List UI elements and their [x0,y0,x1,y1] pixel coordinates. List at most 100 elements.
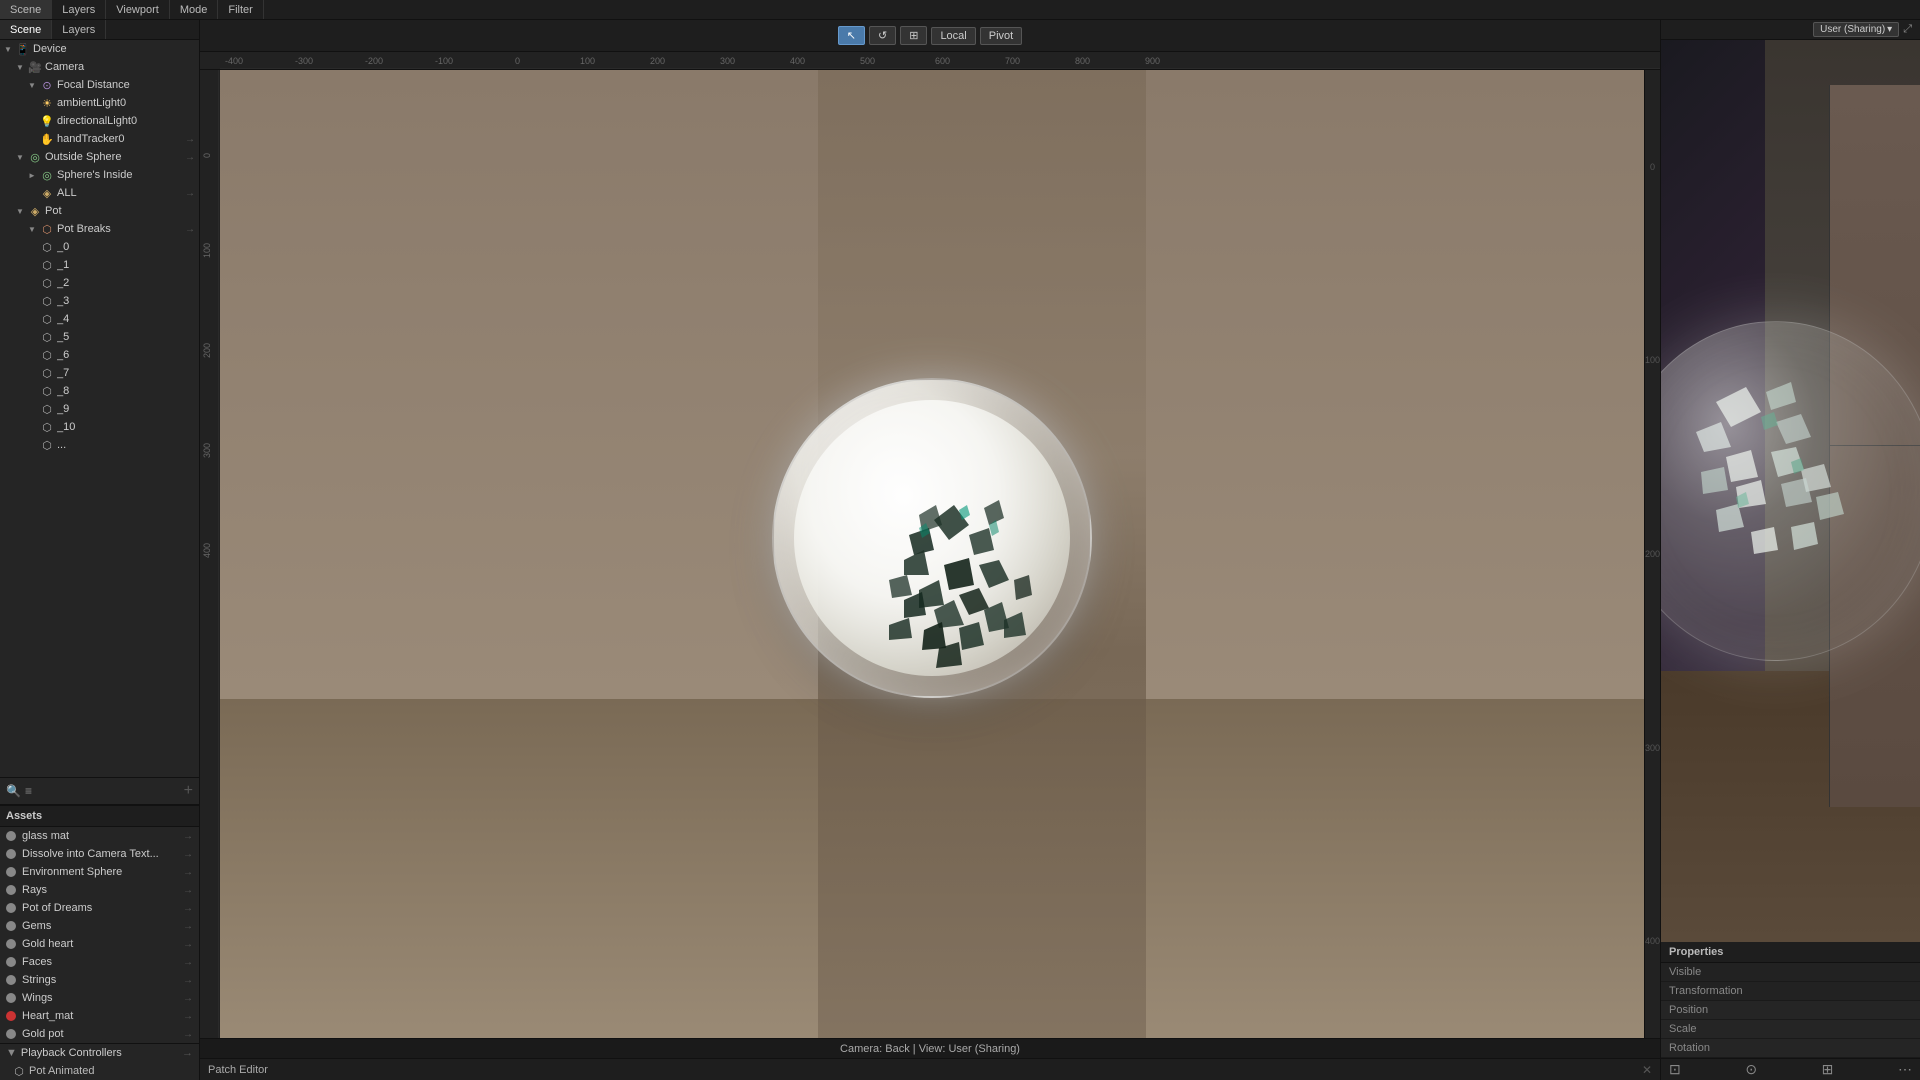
tree-item-5[interactable]: ⬡ _5 [0,328,199,346]
tree-item-focal[interactable]: ▼ ⊙ Focal Distance [0,76,199,94]
tree-icon-2: ⬡ [40,276,54,290]
tree-item-directional[interactable]: 💡 directionalLight0 [0,112,199,130]
viewport-canvas[interactable] [220,70,1644,1038]
tree-item-spheres-inside[interactable]: ► ◎ Sphere's Inside [0,166,199,184]
asset-wings[interactable]: Wings → [0,989,199,1007]
rotate-tool-button[interactable]: ↺ [869,26,896,45]
tree-item-1[interactable]: ⬡ _1 [0,256,199,274]
tree-item-handtracker[interactable]: ✋ handTracker0 → [0,130,199,148]
tree-label-3: _3 [57,295,195,307]
right-panel-btn-4[interactable]: ⋯ [1898,1061,1912,1078]
tree-item-more[interactable]: ⬡ ... [0,436,199,454]
playback-item-pot-animated[interactable]: ⬡ Pot Animated [0,1062,199,1080]
asset-label-strings: Strings [22,974,183,986]
expand-icon[interactable]: ⤢ [1903,23,1912,36]
asset-dot-heart-mat [6,1011,16,1021]
tree-item-outside-sphere[interactable]: ▼ ◎ Outside Sphere → [0,148,199,166]
asset-gold-pot[interactable]: Gold pot → [0,1025,199,1043]
menu-viewport[interactable]: Viewport [106,0,170,19]
side-marker-400: 400 [1645,936,1660,946]
tree-icon-3: ⬡ [40,294,54,308]
tree-arrow-outside-sphere: ▼ [16,153,28,162]
move-tool-button[interactable]: ↖ [838,26,865,45]
tree-item-8[interactable]: ⬡ _8 [0,382,199,400]
tree-item-pot-breaks[interactable]: ▼ ⬡ Pot Breaks → [0,220,199,238]
playback-icon-pot-animated: ⬡ [12,1064,26,1078]
tree-item-10[interactable]: ⬡ _10 [0,418,199,436]
center-viewport: ↖ ↺ ⊞ Local Pivot -400 - [200,20,1660,1080]
user-sharing-button[interactable]: User (Sharing) ▾ [1813,22,1899,37]
asset-rays[interactable]: Rays → [0,881,199,899]
asset-dot-environment-sphere [6,867,16,877]
svg-text:500: 500 [860,56,875,66]
filter-icon: ≡ [25,784,32,798]
asset-environment-sphere[interactable]: Environment Sphere → [0,863,199,881]
asset-glass-mat[interactable]: glass mat → [0,827,199,845]
tree-label-device: Device [33,43,195,55]
tree-item-pot[interactable]: ▼ ◈ Pot [0,202,199,220]
menu-filter[interactable]: Filter [218,0,263,19]
visible-section: Visible [1661,963,1920,982]
tree-arrow-device: ▼ [4,45,16,54]
tree-item-9[interactable]: ⬡ _9 [0,400,199,418]
asset-dot-glass-mat [6,831,16,841]
asset-faces[interactable]: Faces → [0,953,199,971]
local-button[interactable]: Local [931,27,975,45]
side-marker-0: 0 [1650,162,1655,172]
svg-text:300: 300 [202,443,212,458]
pivot-label: Pivot [989,30,1013,42]
properties-panel: Properties Visible Transformation Positi… [1661,942,1920,1058]
menu-layers[interactable]: Layers [52,0,106,19]
asset-gold-heart[interactable]: Gold heart → [0,935,199,953]
viewport-toolbar: ↖ ↺ ⊞ Local Pivot [200,20,1660,52]
assets-list: glass mat → Dissolve into Camera Text...… [0,827,199,1043]
right-panel-btn-1[interactable]: ⊡ [1669,1061,1681,1078]
tree-arrow-spheres-inside: ► [28,171,40,180]
tree-item-camera[interactable]: ▼ 🎥 Camera [0,58,199,76]
tree-item-6[interactable]: ⬡ _6 [0,346,199,364]
add-button[interactable]: + [184,782,193,800]
scale-icon: ⊞ [909,29,918,42]
tab-scene[interactable]: Scene [0,20,52,39]
tree-item-0[interactable]: ⬡ _0 [0,238,199,256]
asset-arrow-rays: → [183,885,193,896]
scale-tool-button[interactable]: ⊞ [900,26,927,45]
tree-label-10: _10 [57,421,195,433]
tree-item-7[interactable]: ⬡ _7 [0,364,199,382]
svg-text:-300: -300 [295,56,313,66]
transformation-label: Transformation [1669,985,1743,997]
tree-item-device[interactable]: ▼ 📱 Device [0,40,199,58]
tree-item-ambient[interactable]: ☀ ambientLight0 [0,94,199,112]
asset-pot-of-dreams[interactable]: Pot of Dreams → [0,899,199,917]
transformation-section: Transformation [1661,982,1920,1001]
patch-editor-close-icon[interactable]: ✕ [1642,1063,1652,1077]
tree-item-4[interactable]: ⬡ _4 [0,310,199,328]
tree-item-3[interactable]: ⬡ _3 [0,292,199,310]
tree-pin-all: → [185,188,195,199]
menu-scene[interactable]: Scene [0,0,52,19]
tree-pin-outside-sphere: → [185,152,195,163]
tab-layers[interactable]: Layers [52,20,106,39]
right-panel-btn-2[interactable]: ⊙ [1745,1061,1757,1078]
pivot-button[interactable]: Pivot [980,27,1022,45]
tree-label-camera: Camera [45,61,195,73]
patch-editor-label: Patch Editor [208,1064,268,1076]
tree-label-8: _8 [57,385,195,397]
asset-heart-mat[interactable]: Heart_mat → [0,1007,199,1025]
asset-gems[interactable]: Gems → [0,917,199,935]
position-row: Position [1661,1001,1920,1020]
tree-label-7: _7 [57,367,195,379]
tree-icon-6: ⬡ [40,348,54,362]
tree-label-pot-breaks: Pot Breaks [57,223,185,235]
right-viewport-canvas[interactable] [1661,40,1920,942]
tree-item-all[interactable]: ◈ ALL → [0,184,199,202]
tree-icon-camera: 🎥 [28,60,42,74]
menu-mode[interactable]: Mode [170,0,219,19]
asset-dissolve[interactable]: Dissolve into Camera Text... → [0,845,199,863]
asset-label-gold-heart: Gold heart [22,938,183,950]
asset-strings[interactable]: Strings → [0,971,199,989]
tree-arrow-camera: ▼ [16,63,28,72]
tree-item-2[interactable]: ⬡ _2 [0,274,199,292]
right-panel-btn-3[interactable]: ⊞ [1822,1061,1834,1078]
playback-header[interactable]: ▼ Playback Controllers → [0,1044,199,1062]
